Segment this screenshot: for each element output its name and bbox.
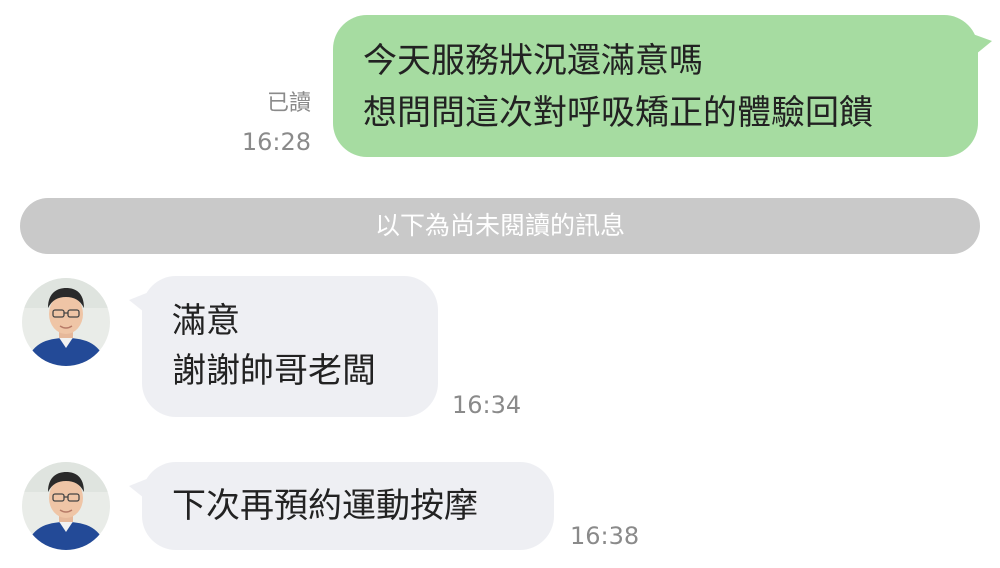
message-text-line: 下次再預約運動按摩: [172, 486, 478, 526]
message-timestamp: 16:38: [570, 522, 640, 550]
message-timestamp: 16:28: [241, 128, 311, 156]
message-text-line: 想問問這次對呼吸矯正的體驗回饋: [363, 93, 873, 133]
unread-messages-divider: 以下為尚未閱讀的訊息: [20, 198, 980, 254]
avatar-photo-icon: [22, 462, 110, 550]
incoming-message-bubble[interactable]: 下次再預約運動按摩: [129, 462, 554, 550]
message-text-line: 滿意: [172, 301, 240, 341]
message-text-line: 今天服務狀況還滿意嗎: [363, 41, 703, 81]
incoming-message-bubble[interactable]: 滿意 謝謝帥哥老闆: [129, 276, 438, 417]
contact-avatar[interactable]: [22, 278, 110, 366]
message-text-line: 謝謝帥哥老闆: [172, 351, 376, 391]
outgoing-message-bubble[interactable]: 今天服務狀況還滿意嗎 想問問這次對呼吸矯正的體驗回饋: [333, 15, 992, 157]
contact-avatar[interactable]: [22, 462, 110, 550]
message-timestamp: 16:34: [452, 391, 522, 419]
avatar-photo-icon: [22, 278, 110, 366]
chat-view: 已讀 16:28 今天服務狀況還滿意嗎 想問問這次對呼吸矯正的體驗回饋 以下為尚…: [0, 0, 1000, 568]
read-receipt: 已讀: [266, 91, 311, 116]
